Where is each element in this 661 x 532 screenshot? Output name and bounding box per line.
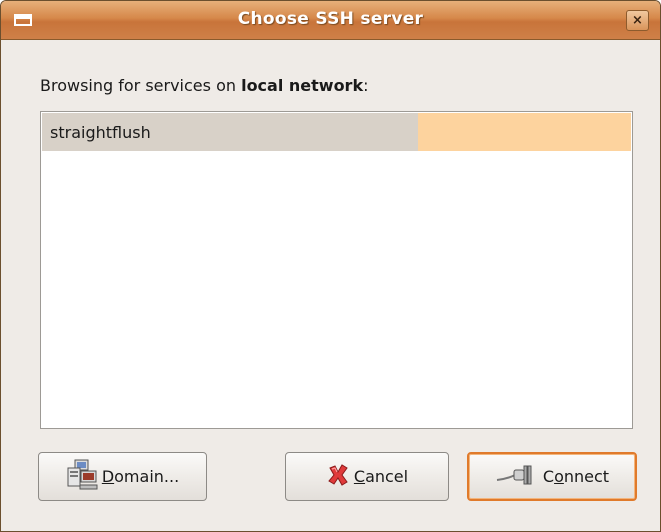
title-bar[interactable]: Choose SSH server × bbox=[1, 1, 660, 40]
browse-prefix: Browsing for services on bbox=[40, 76, 242, 95]
cancel-label: Cancel bbox=[353, 467, 409, 486]
browse-suffix: : bbox=[363, 76, 369, 95]
ssh-server-dialog: Choose SSH server × Browsing for service… bbox=[0, 0, 661, 532]
row-selection-highlight bbox=[418, 113, 631, 151]
service-list[interactable]: straightflush bbox=[40, 111, 633, 429]
network-computer-icon bbox=[66, 459, 98, 495]
browse-label: Browsing for services on local network: bbox=[40, 76, 368, 95]
network-name: local network bbox=[241, 76, 364, 95]
connect-label: Connect bbox=[542, 467, 610, 486]
close-button[interactable]: × bbox=[626, 10, 649, 31]
domain-label: Domain... bbox=[101, 467, 180, 486]
close-icon: × bbox=[632, 13, 643, 28]
domain-button[interactable]: Domain... bbox=[38, 452, 207, 501]
cancel-button[interactable]: Cancel bbox=[285, 452, 449, 501]
service-name: straightflush bbox=[50, 123, 151, 142]
cancel-x-icon bbox=[326, 463, 350, 491]
plug-connect-icon bbox=[495, 463, 539, 491]
connect-button[interactable]: Connect bbox=[467, 452, 637, 501]
list-item[interactable]: straightflush bbox=[42, 113, 631, 151]
window-title: Choose SSH server bbox=[237, 9, 424, 29]
